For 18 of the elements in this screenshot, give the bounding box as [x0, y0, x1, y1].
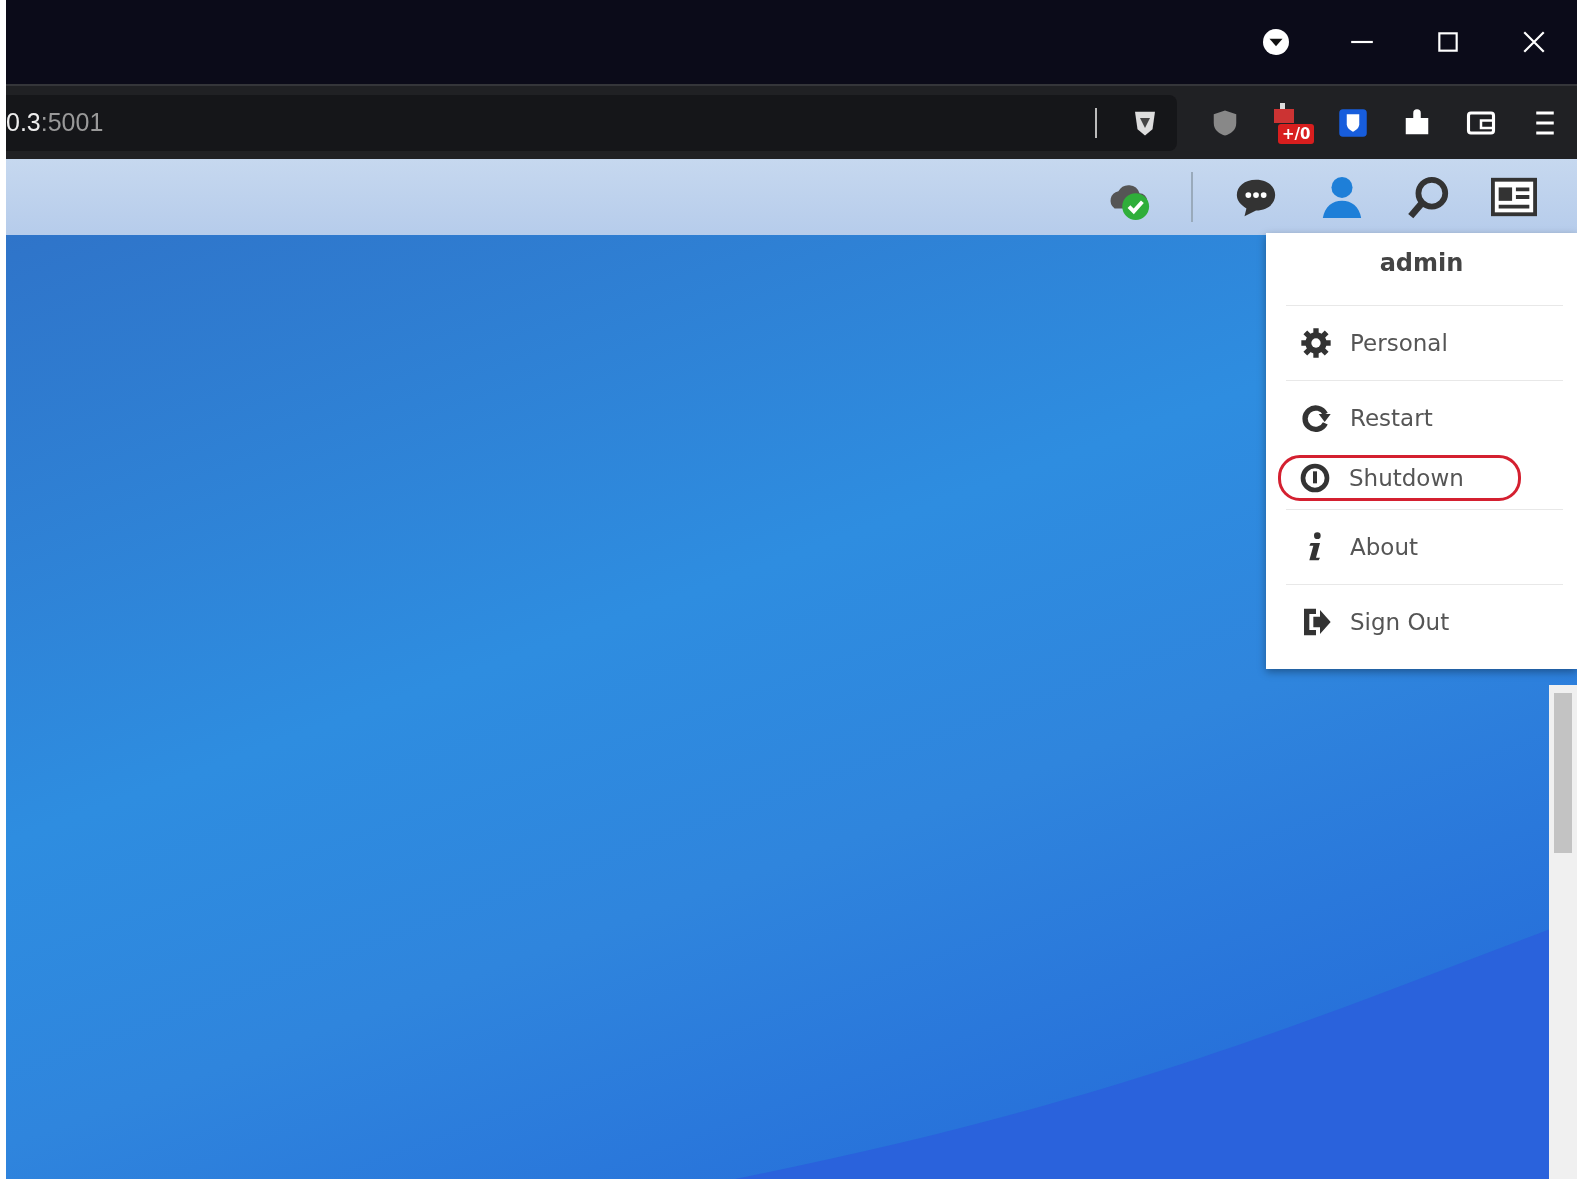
menu-item[interactable]: About — [1286, 509, 1563, 584]
close-icon[interactable] — [1521, 29, 1547, 55]
extension-icon[interactable] — [1272, 102, 1296, 123]
url-text: 0.3:5001 — [6, 108, 105, 137]
extension-badge: +/0 — [1278, 123, 1315, 144]
power-icon — [1299, 462, 1331, 494]
shield-icon[interactable] — [1338, 107, 1368, 138]
address-bar[interactable]: 0.3:5001 — [6, 94, 1177, 151]
restart-icon — [1300, 402, 1332, 434]
username: admin — [1378, 248, 1465, 279]
menu-item[interactable]: Shutdown — [1278, 455, 1521, 501]
maximize-icon[interactable] — [1435, 29, 1461, 55]
dropdown-icon[interactable] — [1263, 29, 1289, 55]
scrollbar[interactable] — [1549, 685, 1577, 1179]
gear-icon — [1300, 327, 1332, 359]
menu-item[interactable]: Sign Out — [1286, 584, 1563, 659]
menu-item[interactable]: Personal — [1286, 305, 1563, 380]
menu-item[interactable]: Restart — [1286, 380, 1563, 455]
